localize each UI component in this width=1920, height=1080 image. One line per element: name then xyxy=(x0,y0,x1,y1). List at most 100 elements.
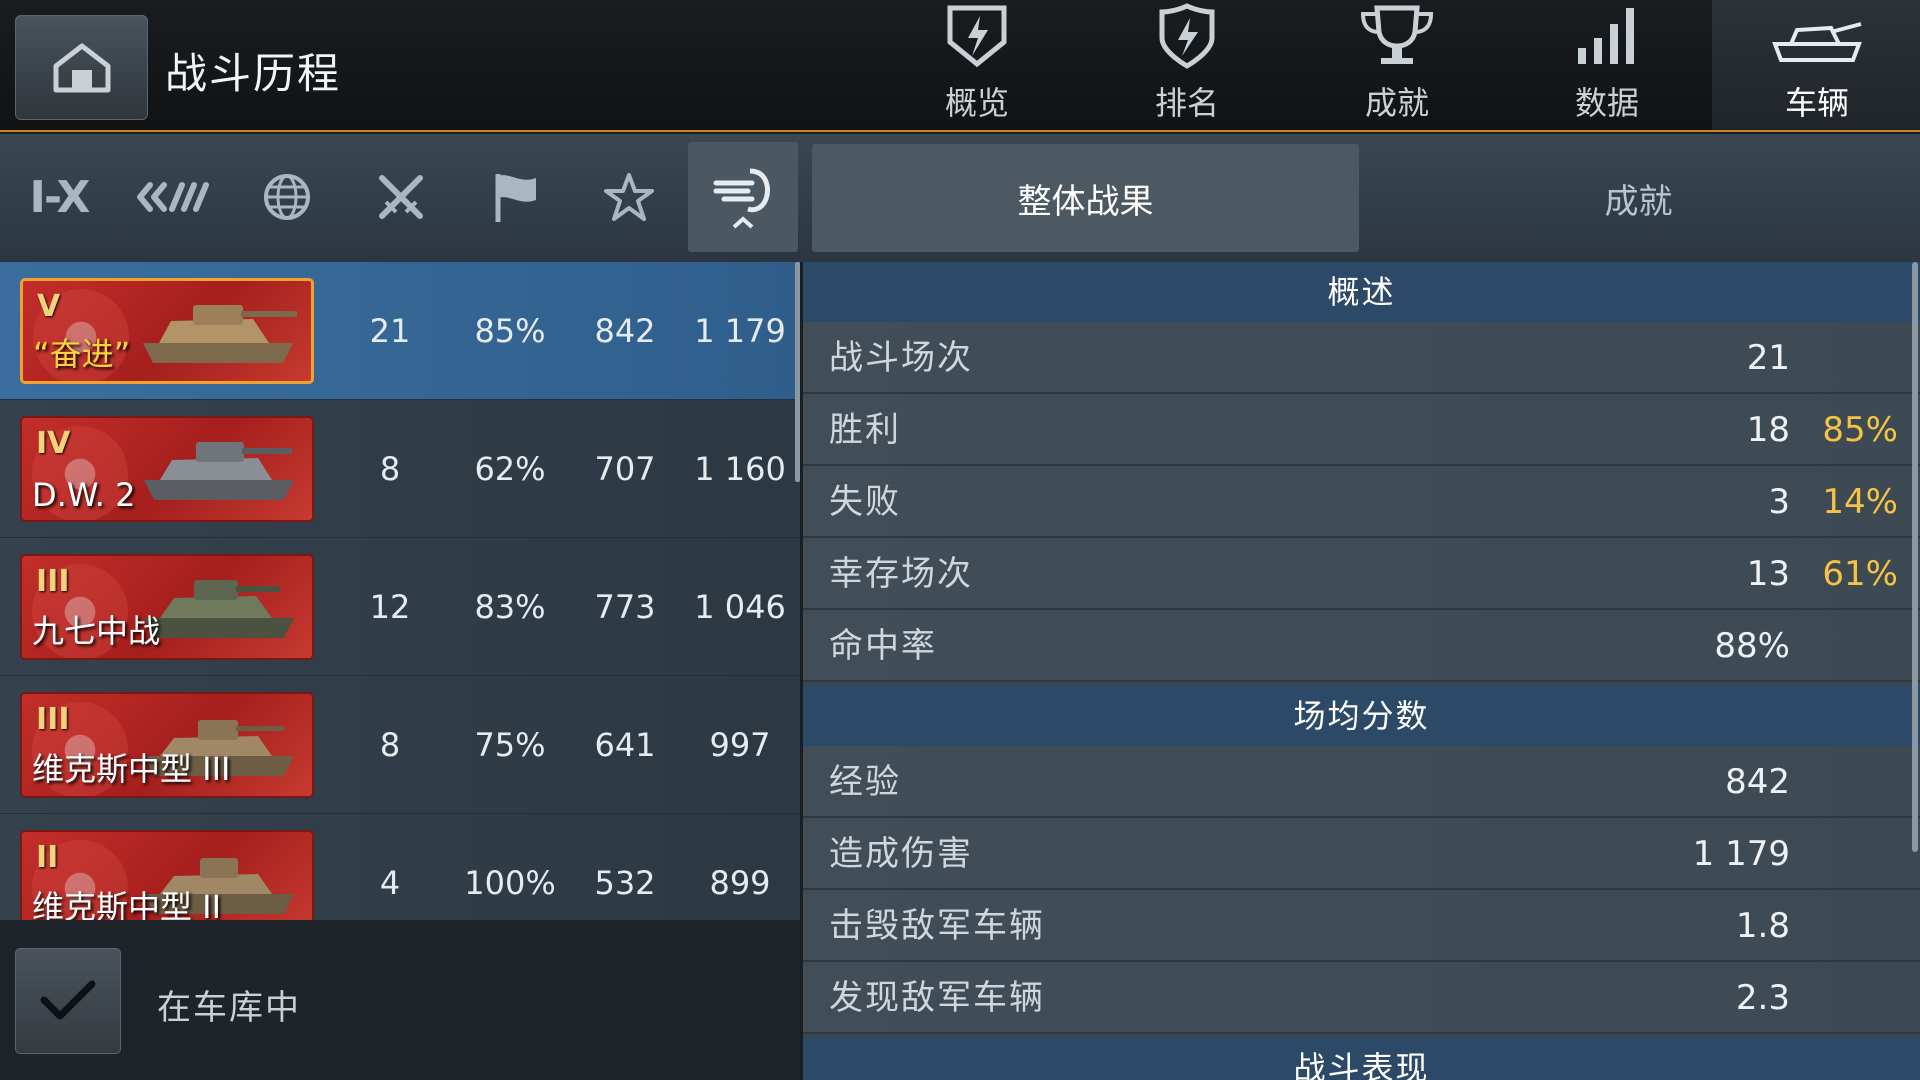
stat-label: 命中率 xyxy=(829,626,937,666)
win-rate: 85% xyxy=(474,312,546,350)
bar-signal-icon xyxy=(1578,8,1634,64)
vehicle-list[interactable]: V “奋进” 21 85% 842 1 179 IV D.W. 2 8 62% … xyxy=(0,262,800,920)
stat-value: 18 xyxy=(1746,410,1790,450)
top-bar: 战斗历程 概览 排名 成就 数据 车辆 xyxy=(0,0,1920,132)
section-header-performance: 战斗表现 xyxy=(803,1038,1920,1080)
filter-row: I-X 整体战果 成就 xyxy=(0,134,1920,262)
vehicle-name: “奋进” xyxy=(33,335,131,373)
badge-bolt-icon xyxy=(1159,3,1215,69)
stat-value: 2.3 xyxy=(1735,978,1790,1018)
crossed-swords-icon xyxy=(379,175,423,219)
stat-label: 战斗场次 xyxy=(829,338,973,378)
vehicle-class-filter-button[interactable] xyxy=(118,142,228,252)
avg-damage: 1 046 xyxy=(694,588,786,626)
stat-label: 造成伤害 xyxy=(829,834,973,874)
vehicle-list-scrollbar[interactable] xyxy=(795,262,800,482)
vehicle-row[interactable]: II 维克斯中型 II 4 100% 532 899 xyxy=(0,814,800,920)
garage-filter-bar: 在车库中 xyxy=(0,920,800,1080)
tab-vehicles[interactable]: 车辆 xyxy=(1712,0,1920,130)
stat-percent: 14% xyxy=(1822,482,1898,522)
tab-overall-results[interactable]: 整体战果 xyxy=(812,144,1359,252)
tab-statistics[interactable]: 数据 xyxy=(1502,0,1712,130)
tab-achievements-sub[interactable]: 成就 xyxy=(1365,144,1912,252)
subtab-label: 成就 xyxy=(1604,181,1673,222)
stat-row: 失败 3 14% xyxy=(803,466,1920,538)
vehicle-card: V “奋进” xyxy=(20,278,314,384)
stat-row: 战斗场次 21 xyxy=(803,322,1920,394)
vehicle-name: 维克斯中型 III xyxy=(32,750,231,788)
tier-filter-button[interactable]: I-X xyxy=(4,142,114,252)
tab-achievements[interactable]: 成就 xyxy=(1292,0,1502,130)
stats-panel: 概述 战斗场次 21 胜利 18 85% 失败 3 14% 幸存场次 13 61… xyxy=(803,262,1920,1080)
subtab-label: 整体战果 xyxy=(1017,181,1154,222)
tier-badge: III xyxy=(36,702,70,737)
vehicle-card: II 维克斯中型 II xyxy=(20,830,314,920)
tank-image xyxy=(143,305,297,363)
win-rate: 62% xyxy=(474,450,546,488)
stat-value: 842 xyxy=(1725,762,1790,802)
avg-xp: 842 xyxy=(594,312,656,350)
tier-badge: V xyxy=(37,289,61,324)
stat-value: 3 xyxy=(1768,482,1790,522)
tab-label: 成就 xyxy=(1364,84,1429,122)
vehicle-row[interactable]: V “奋进” 21 85% 842 1 179 xyxy=(0,262,800,400)
stat-label: 发现敌军车辆 xyxy=(829,978,1045,1018)
stat-row: 幸存场次 13 61% xyxy=(803,538,1920,610)
vehicle-card: III 九七中战 xyxy=(20,554,314,660)
stat-value: 1 179 xyxy=(1692,834,1790,874)
vehicle-name: 九七中战 xyxy=(32,612,161,650)
mode-filter-button[interactable] xyxy=(460,142,570,252)
tier-badge: IV xyxy=(36,426,71,461)
in-garage-checkbox[interactable] xyxy=(15,948,121,1054)
tank-icon xyxy=(1772,22,1862,62)
stat-percent: 61% xyxy=(1822,554,1898,594)
avg-damage: 1 179 xyxy=(694,312,786,350)
tier-badge: III xyxy=(36,564,70,599)
globe-icon xyxy=(264,174,310,220)
battles-count: 8 xyxy=(379,726,401,764)
avg-xp: 532 xyxy=(594,864,656,902)
win-rate: 83% xyxy=(474,588,546,626)
battles-count: 8 xyxy=(379,450,401,488)
battles-count: 4 xyxy=(379,864,401,902)
vehicle-row[interactable]: III 九七中战 12 83% 773 1 046 xyxy=(0,538,800,676)
stat-row: 发现敌军车辆 2.3 xyxy=(803,962,1920,1034)
battles-count: 21 xyxy=(369,312,411,350)
stat-value: 1.8 xyxy=(1735,906,1790,946)
sort-icon xyxy=(713,168,770,229)
sort-button[interactable] xyxy=(688,142,798,252)
tab-overview[interactable]: 概览 xyxy=(872,0,1082,130)
stat-row: 经验 842 xyxy=(803,746,1920,818)
vehicle-row[interactable]: IV D.W. 2 8 62% 707 1 160 xyxy=(0,400,800,538)
vehicle-row[interactable]: III 维克斯中型 III 8 75% 641 997 xyxy=(0,676,800,814)
trophy-icon xyxy=(1360,5,1434,64)
home-button[interactable] xyxy=(15,15,148,120)
tab-label: 车辆 xyxy=(1784,84,1849,122)
battle-type-filter-button[interactable] xyxy=(346,142,456,252)
stat-row: 击毁敌军车辆 1.8 xyxy=(803,890,1920,962)
win-rate: 100% xyxy=(464,864,556,902)
stat-row: 胜利 18 85% xyxy=(803,394,1920,466)
nation-filter-button[interactable] xyxy=(232,142,342,252)
tab-label: 数据 xyxy=(1574,84,1639,122)
avg-xp: 641 xyxy=(594,726,656,764)
flag-icon xyxy=(495,174,536,222)
tab-ranking[interactable]: 排名 xyxy=(1082,0,1292,130)
section-header-averages: 场均分数 xyxy=(803,686,1920,746)
section-header-overview: 概述 xyxy=(803,262,1920,322)
favorite-filter-button[interactable] xyxy=(574,142,684,252)
tank-image xyxy=(144,442,294,500)
stats-scrollbar[interactable] xyxy=(1912,262,1918,852)
avg-xp: 707 xyxy=(594,450,656,488)
in-garage-label: 在车库中 xyxy=(157,988,301,1028)
shield-bolt-icon xyxy=(947,5,1007,68)
checkmark-icon xyxy=(40,980,96,1020)
stat-row: 造成伤害 1 179 xyxy=(803,818,1920,890)
vehicle-card: IV D.W. 2 xyxy=(20,416,314,522)
win-rate: 75% xyxy=(474,726,546,764)
stat-value: 13 xyxy=(1746,554,1790,594)
avg-xp: 773 xyxy=(594,588,656,626)
star-icon xyxy=(604,173,654,221)
vehicle-name: D.W. 2 xyxy=(32,476,136,514)
stat-percent: 85% xyxy=(1822,410,1898,450)
